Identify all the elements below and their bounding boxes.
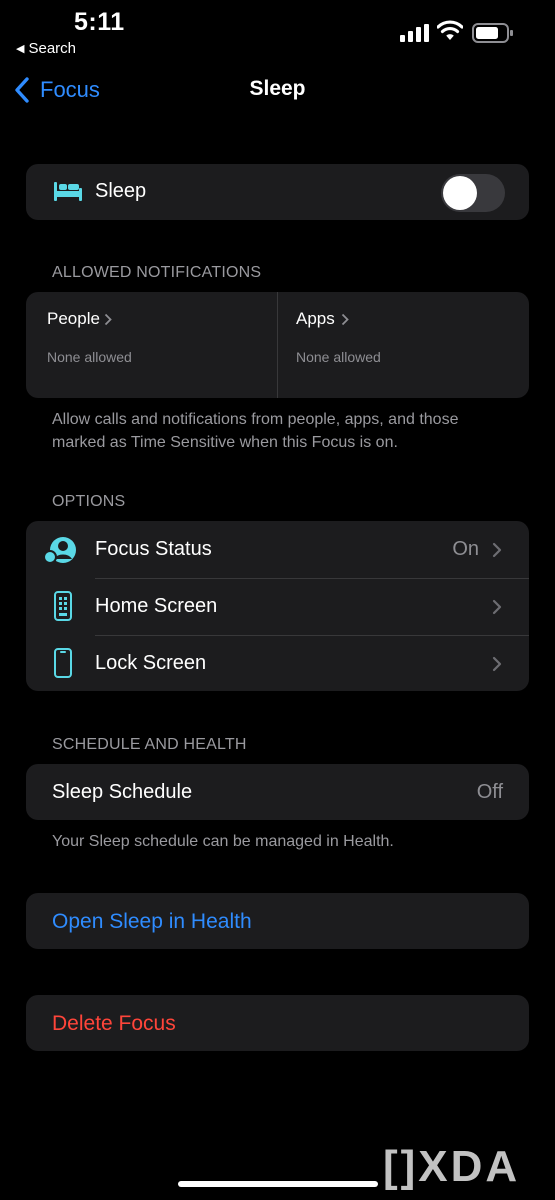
chevron-right-icon <box>492 656 502 672</box>
home-screen-icon <box>54 591 72 621</box>
schedule-header: SCHEDULE AND HEALTH <box>52 736 247 753</box>
bed-icon <box>54 182 82 201</box>
focus-status-label: Focus Status <box>95 538 212 560</box>
chevron-right-icon <box>492 599 502 615</box>
sleep-schedule-label: Sleep Schedule <box>52 781 193 803</box>
delete-focus-label: Delete Focus <box>52 1012 176 1035</box>
apps-cell[interactable]: Apps None allowed <box>278 292 529 398</box>
sleep-schedule-row[interactable]: Sleep Schedule Off <box>26 764 529 820</box>
options-card: Focus Status On Home Screen Lock Screen <box>26 521 529 691</box>
apps-title: Apps <box>296 309 335 328</box>
xda-watermark: []XDA <box>383 1142 521 1191</box>
people-cell[interactable]: People None allowed <box>26 292 277 398</box>
lock-screen-label: Lock Screen <box>95 652 207 674</box>
open-sleep-in-health-label: Open Sleep in Health <box>52 910 252 933</box>
apps-subtitle: None allowed <box>296 349 381 365</box>
sleep-toggle-switch[interactable] <box>441 174 505 212</box>
battery-icon <box>472 23 513 43</box>
schedule-footnote: Your Sleep schedule can be managed in He… <box>52 833 394 850</box>
open-sleep-in-health-button[interactable]: Open Sleep in Health <box>26 893 529 949</box>
options-header: OPTIONS <box>52 493 126 510</box>
status-time: 5:11 <box>74 8 125 36</box>
page-title: Sleep <box>249 77 306 100</box>
allowed-notifications-card: People None allowed Apps None allowed <box>26 292 529 398</box>
people-title: People <box>47 309 100 328</box>
back-to-app-link[interactable]: ◀ Search <box>16 40 76 57</box>
people-subtitle: None allowed <box>47 349 132 365</box>
sleep-toggle-row: Sleep <box>26 164 529 220</box>
focus-status-icon <box>44 537 76 564</box>
chevron-right-icon <box>341 313 349 326</box>
wifi-icon <box>437 20 463 40</box>
lock-screen-icon <box>54 648 72 678</box>
focus-status-value: On <box>452 538 479 560</box>
toggle-knob <box>443 176 477 210</box>
back-triangle-icon: ◀ <box>16 43 25 55</box>
sleep-label: Sleep <box>95 180 147 202</box>
back-app-label: Search <box>28 40 76 57</box>
chevron-right-icon <box>104 313 112 326</box>
cellular-signal-icon <box>400 24 429 42</box>
allowed-notifications-header: ALLOWED NOTIFICATIONS <box>52 264 262 281</box>
home-screen-row[interactable]: Home Screen <box>26 578 529 635</box>
lock-screen-row[interactable]: Lock Screen <box>26 635 529 691</box>
home-indicator[interactable] <box>178 1181 378 1187</box>
allowed-notifications-footnote: Allow calls and notifications from peopl… <box>52 411 459 451</box>
sleep-schedule-value: Off <box>476 781 503 803</box>
focus-status-row[interactable]: Focus Status On <box>26 521 529 578</box>
home-screen-label: Home Screen <box>95 595 218 617</box>
chevron-right-icon <box>492 542 502 558</box>
delete-focus-button[interactable]: Delete Focus <box>26 995 529 1051</box>
